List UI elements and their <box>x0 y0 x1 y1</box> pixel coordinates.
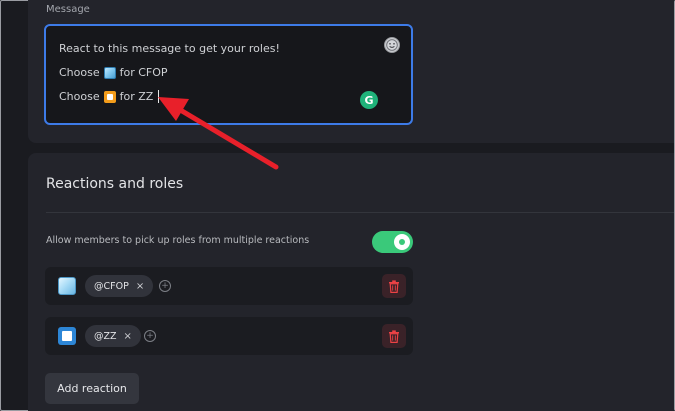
red-arrow-annotation <box>158 97 279 170</box>
